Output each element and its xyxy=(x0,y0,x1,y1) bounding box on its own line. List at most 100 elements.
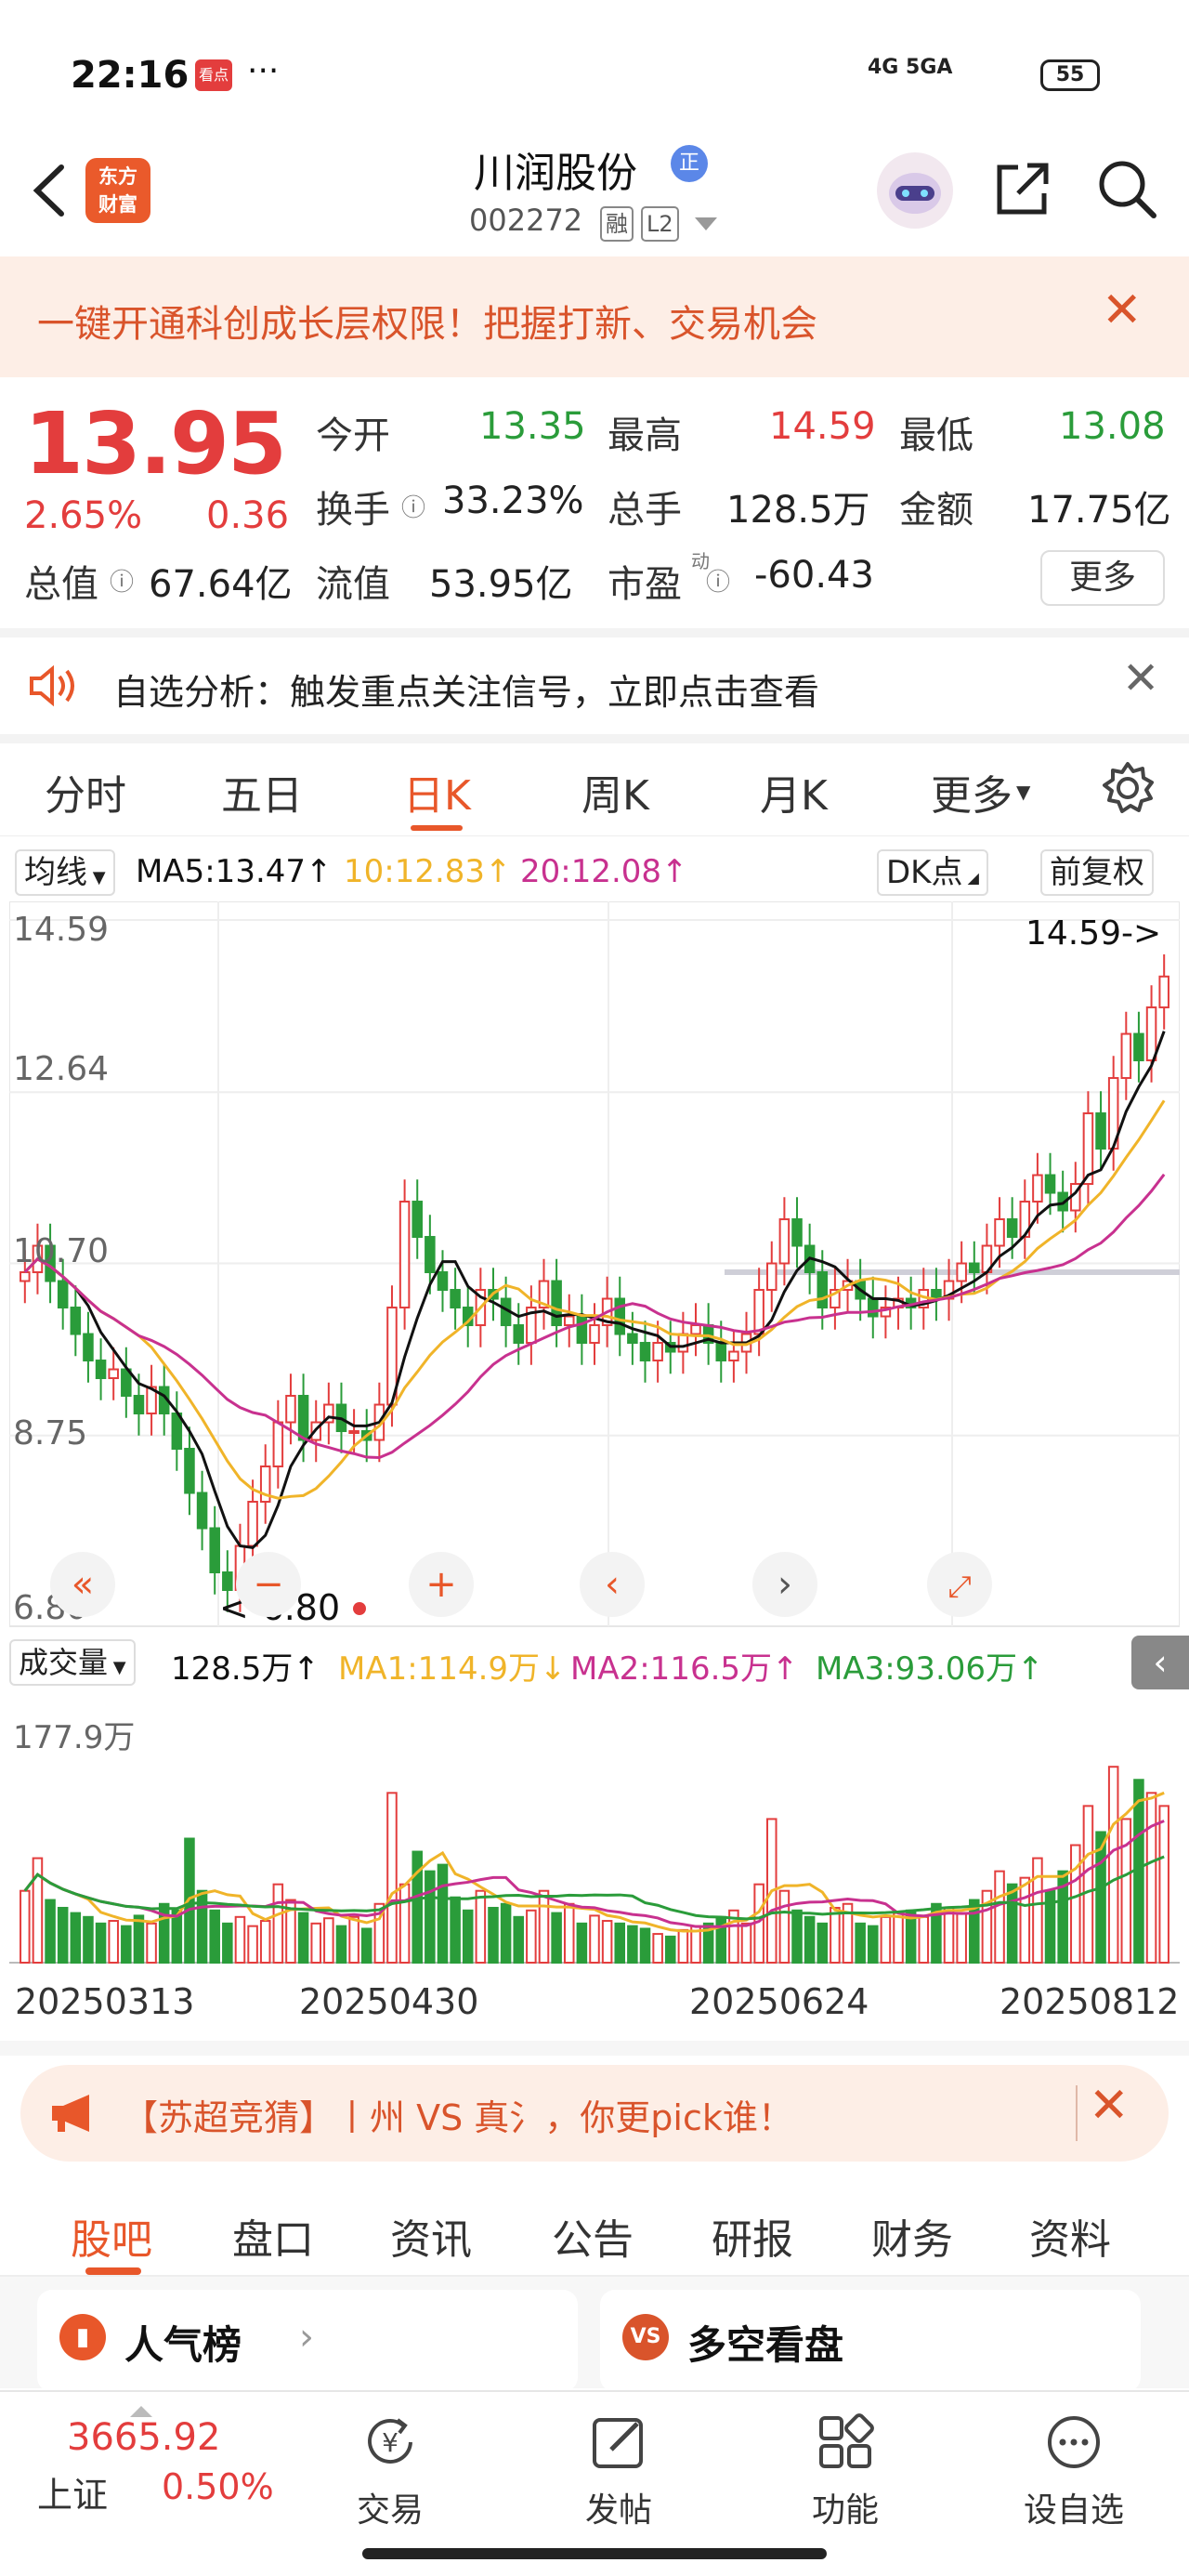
volume-bar xyxy=(551,1912,562,1964)
candle-body xyxy=(1133,1032,1144,1062)
nav-functions[interactable]: 功能 xyxy=(771,2409,920,2530)
tab-profile[interactable]: 资料 xyxy=(1029,2206,1111,2266)
collapse-icon[interactable]: ‹ xyxy=(1131,1636,1189,1689)
zoom-in-icon[interactable]: + xyxy=(409,1552,474,1617)
volume-bar xyxy=(677,1928,689,1964)
volume-bar xyxy=(1158,1805,1169,1964)
candle-body xyxy=(20,1271,31,1282)
candle-body xyxy=(425,1236,436,1274)
open-value: 13.35 xyxy=(479,405,586,448)
info-icon[interactable]: ⓘ xyxy=(401,489,425,523)
vol-ma1-line xyxy=(23,1791,1165,1933)
yen-refresh-icon: ¥ xyxy=(357,2409,424,2476)
adjust-button[interactable]: 前复权 xyxy=(1040,849,1154,896)
volume-bar xyxy=(437,1863,449,1965)
nav-trade[interactable]: ¥ 交易 xyxy=(316,2409,464,2530)
tab-monthly-k[interactable]: 月K xyxy=(760,762,828,821)
more-button[interactable]: 更多 xyxy=(1040,550,1165,606)
tab-research[interactable]: 研报 xyxy=(712,2206,793,2266)
info-icon[interactable]: ⓘ xyxy=(706,563,730,598)
tab-intraday[interactable]: 分时 xyxy=(45,762,126,821)
volume-bar xyxy=(399,1883,411,1964)
index-name[interactable]: 上证 xyxy=(37,2466,108,2517)
chevron-down-icon[interactable]: ▼ xyxy=(1016,781,1030,803)
indicator-select[interactable]: 均线 ▼ xyxy=(15,849,115,896)
volume-bar xyxy=(234,1915,246,1964)
nav-add-watchlist[interactable]: 设自选 xyxy=(1000,2409,1148,2530)
close-icon[interactable]: ✕ xyxy=(1102,283,1143,338)
volume-bar xyxy=(830,1906,841,1964)
volume-bar xyxy=(259,1920,271,1964)
search-icon[interactable] xyxy=(1094,156,1159,221)
volume-bar xyxy=(563,1902,575,1964)
step-right-icon[interactable]: › xyxy=(752,1552,817,1617)
tab-news[interactable]: 资讯 xyxy=(390,2206,472,2266)
candle-body xyxy=(209,1527,220,1574)
turnover-label: 换手 xyxy=(316,489,390,532)
back-icon[interactable] xyxy=(24,158,80,223)
volume-bar xyxy=(740,1922,752,1964)
candle-body xyxy=(95,1360,107,1380)
zoom-out-icon[interactable]: − xyxy=(236,1552,301,1617)
chevron-down-icon[interactable] xyxy=(695,217,717,236)
grid-icon xyxy=(812,2409,879,2476)
tab-more[interactable]: 更多 xyxy=(931,762,1013,821)
nav-post[interactable]: 发帖 xyxy=(544,2409,693,2530)
tab-orderbook[interactable]: 盘口 xyxy=(232,2206,314,2266)
info-icon[interactable]: ⓘ xyxy=(110,563,134,598)
volume-bar xyxy=(335,1925,347,1965)
step-left-icon[interactable]: ‹ xyxy=(580,1552,645,1617)
volume-bar xyxy=(222,1922,233,1964)
volume-bar xyxy=(664,1935,676,1964)
gear-icon[interactable] xyxy=(1100,760,1156,820)
tab-financials[interactable]: 财务 xyxy=(871,2206,953,2266)
share-icon[interactable] xyxy=(990,156,1055,221)
certified-badge: 正 xyxy=(671,145,708,182)
kline-chart[interactable]: 14.59 12.64 10.70 8.75 6.80 14.59-> <-6.… xyxy=(9,901,1180,1636)
volume-svg[interactable] xyxy=(9,1693,1180,1972)
analysis-text[interactable]: 自选分析：触发重点关注信号，立即点击查看 xyxy=(113,664,819,715)
analysis-strip[interactable]: 自选分析：触发重点关注信号，立即点击查看 ✕ xyxy=(0,637,1189,734)
y-tick: 12.64 xyxy=(13,1050,110,1088)
tab-weekly-k[interactable]: 周K xyxy=(581,762,649,821)
volume-bar xyxy=(538,1889,550,1964)
candle-body xyxy=(778,1218,790,1265)
float-label: 流值 xyxy=(316,563,390,606)
promo-banner[interactable]: 一键开通科创成长层权限！把握打新、交易机会 ✕ xyxy=(0,256,1189,377)
candle-body xyxy=(627,1333,638,1345)
index-change[interactable]: 0.50% xyxy=(162,2466,274,2507)
promo-text[interactable]: 一键开通科创成长层权限！把握打新、交易机会 xyxy=(37,294,817,348)
tab-daily-k[interactable]: 日K xyxy=(403,762,471,821)
volume-bar xyxy=(1019,1876,1031,1965)
volume-bar xyxy=(20,1889,31,1964)
open-label: 今开 xyxy=(316,414,390,457)
volume-chart[interactable]: 177.9万 xyxy=(9,1693,1180,1972)
volume-bar xyxy=(1006,1883,1018,1964)
ai-assistant-icon[interactable] xyxy=(877,152,953,229)
tab-5day[interactable]: 五日 xyxy=(221,762,303,821)
index-value[interactable]: 3665.92 xyxy=(67,2416,220,2459)
volume-bar xyxy=(247,1925,258,1965)
kline-svg[interactable] xyxy=(9,901,1180,1636)
ad-text[interactable]: 【苏超竞猜】丨州 VS 真氵，你更pick谁！ xyxy=(123,2089,793,2140)
ad-banner[interactable]: 【苏超竞猜】丨州 VS 真氵，你更pick谁！ ✕ xyxy=(20,2065,1169,2162)
volume-indicator-select[interactable]: 成交量 ▼ xyxy=(9,1639,136,1686)
volume-bar xyxy=(639,1927,651,1964)
volume-bar xyxy=(146,1922,157,1964)
close-icon[interactable]: ✕ xyxy=(1122,652,1159,704)
tab-announcements[interactable]: 公告 xyxy=(552,2206,634,2266)
y-tick: 10.70 xyxy=(13,1232,110,1270)
dk-point-button[interactable]: DK点 ◢ xyxy=(877,849,988,896)
fullscreen-icon[interactable]: ⤢ xyxy=(927,1552,992,1617)
popularity-card[interactable]: ▮ 人气榜 › xyxy=(37,2290,578,2392)
volume-bar xyxy=(804,1915,816,1964)
close-icon[interactable]: ✕ xyxy=(1089,2078,1130,2134)
y-tick: 14.59 xyxy=(13,911,110,949)
scroll-left-fast-icon[interactable]: « xyxy=(50,1552,115,1617)
battery-icon: 55 xyxy=(1040,59,1100,91)
volume-bar xyxy=(918,1915,930,1964)
tab-forum[interactable]: 股吧 xyxy=(71,2206,152,2266)
bull-bear-card[interactable]: VS 多空看盘 xyxy=(600,2290,1141,2392)
volume-bar xyxy=(272,1883,284,1964)
x-axis-labels: 20250313 20250430 20250624 20250812 xyxy=(0,1976,1189,2031)
